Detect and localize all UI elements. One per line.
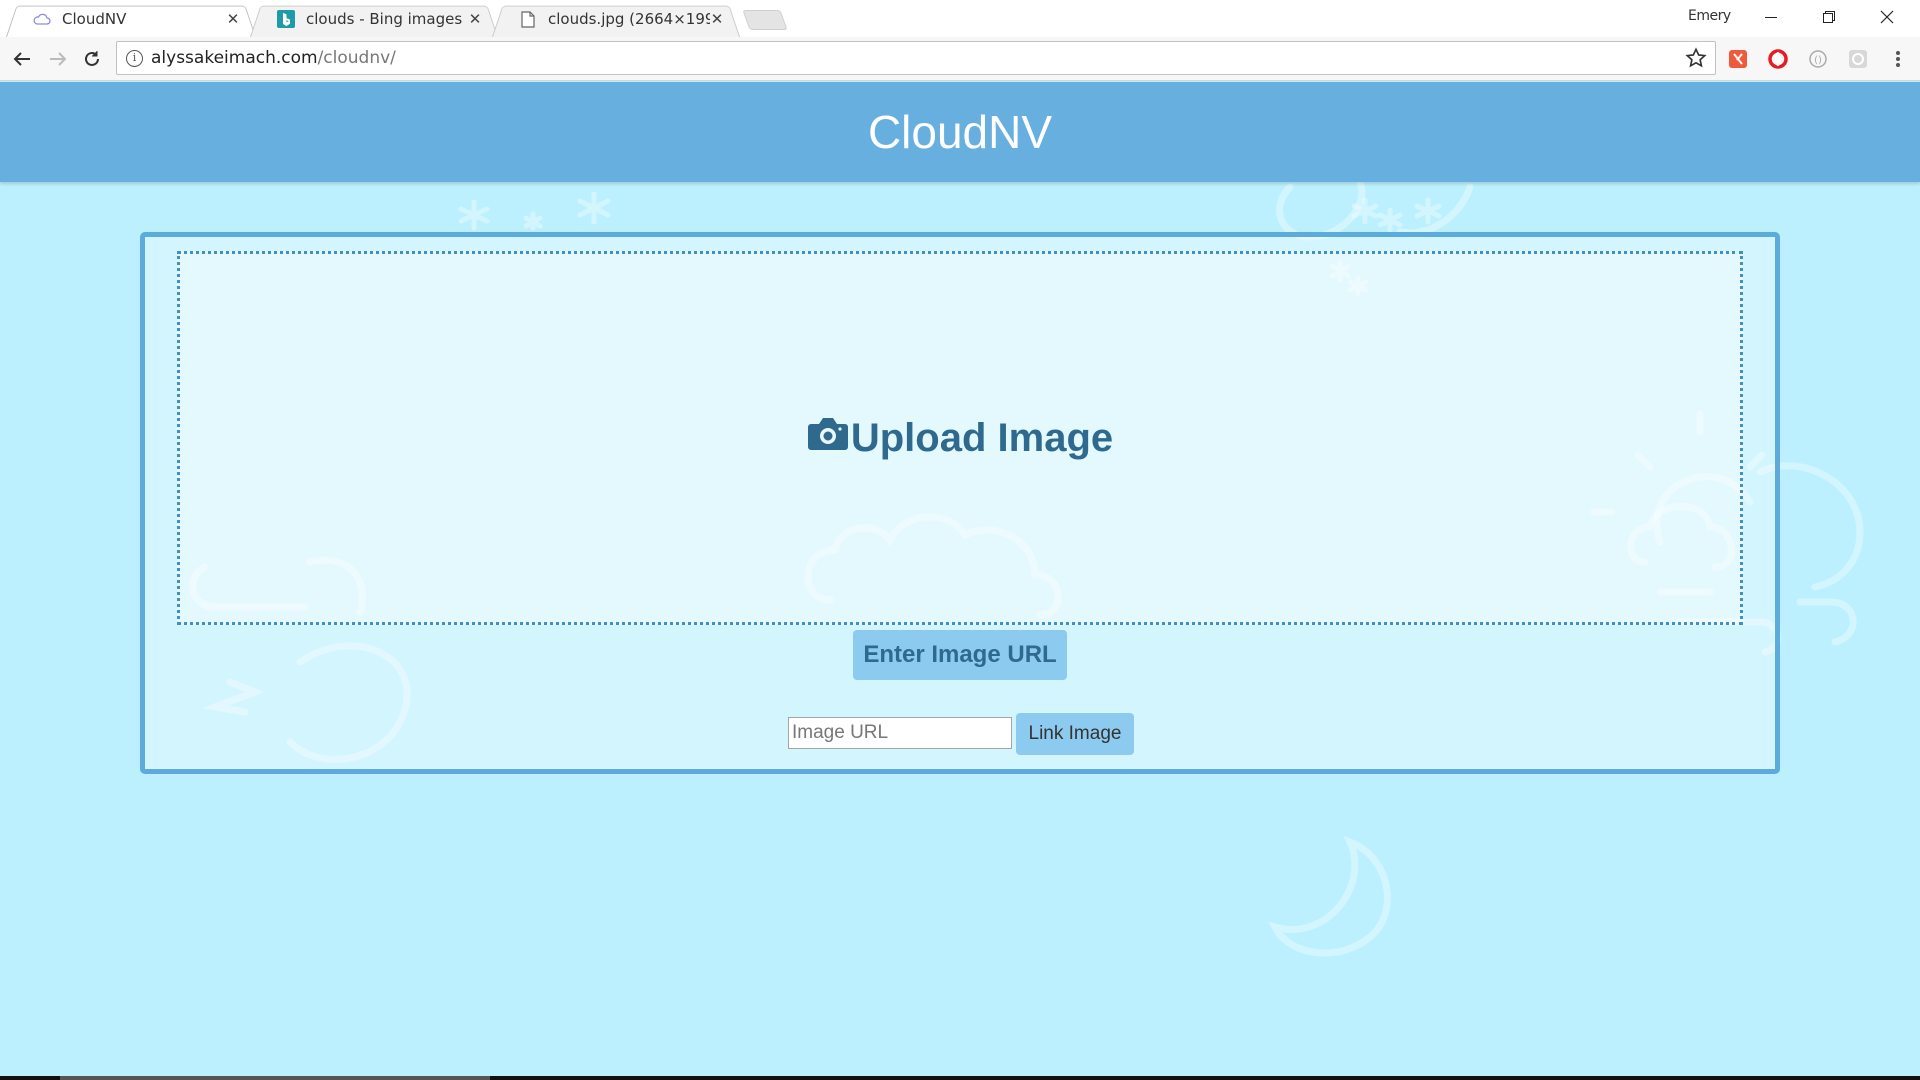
image-url-input[interactable]	[788, 717, 1012, 749]
tab-title: CloudNV	[62, 10, 127, 28]
link-image-button[interactable]: Link Image	[1016, 713, 1134, 755]
reload-icon[interactable]	[78, 45, 106, 73]
cloud-icon	[32, 9, 52, 29]
file-icon	[518, 9, 538, 29]
extension-bookmark-icon[interactable]	[1726, 47, 1750, 71]
close-tab-icon[interactable]: ✕	[710, 10, 724, 28]
address-url: alyssakeimach.com/cloudnv/	[151, 48, 396, 68]
extension-gear-icon[interactable]	[1846, 47, 1870, 71]
enter-image-url-button[interactable]: Enter Image URL	[853, 630, 1067, 680]
bookmark-star-icon[interactable]	[1685, 47, 1707, 74]
forward-icon[interactable]	[44, 45, 72, 73]
new-tab-button[interactable]	[742, 10, 788, 30]
close-window-icon[interactable]	[1858, 0, 1916, 34]
svg-text:(): ()	[1814, 55, 1822, 66]
tab-bing-images[interactable]: clouds - Bing images ✕	[250, 1, 498, 37]
menu-kebab-icon[interactable]	[1886, 47, 1910, 71]
page-content: CloudNV Upload Image Enter Image URL Lin…	[0, 82, 1920, 1080]
site-title: CloudNV	[867, 106, 1053, 158]
restore-icon[interactable]	[1800, 0, 1858, 34]
close-tab-icon[interactable]: ✕	[226, 10, 240, 28]
profile-name[interactable]: Emery	[1688, 8, 1731, 24]
upload-card: Upload Image Enter Image URL Link Image	[140, 232, 1780, 774]
info-icon[interactable]: i	[126, 49, 143, 67]
back-icon[interactable]	[8, 45, 36, 73]
taskbar-edge	[0, 1076, 1920, 1080]
extension-circle-icon[interactable]: ()	[1806, 47, 1830, 71]
tab-title: clouds - Bing images	[306, 10, 463, 28]
opera-icon[interactable]	[1766, 47, 1790, 71]
browser-toolbar: i alyssakeimach.com/cloudnv/ ()	[0, 37, 1920, 81]
upload-dropzone[interactable]: Upload Image	[177, 251, 1743, 625]
close-tab-icon[interactable]: ✕	[468, 10, 482, 28]
browser-titlebar: CloudNV ✕ clouds - Bing images ✕ clouds.…	[0, 0, 1920, 37]
upload-text: Upload Image	[850, 415, 1114, 460]
address-bar[interactable]: i alyssakeimach.com/cloudnv/	[116, 41, 1716, 75]
tab-cloudnv[interactable]: CloudNV ✕	[6, 1, 256, 37]
bing-icon	[276, 9, 296, 29]
tab-clouds-jpg[interactable]: clouds.jpg (2664×1998) ✕	[492, 1, 740, 37]
tab-title: clouds.jpg (2664×1998)	[548, 10, 710, 28]
camera-icon	[807, 415, 849, 461]
upload-label: Upload Image	[807, 415, 1113, 461]
site-header: CloudNV	[0, 82, 1920, 182]
minimize-icon[interactable]	[1742, 0, 1800, 34]
